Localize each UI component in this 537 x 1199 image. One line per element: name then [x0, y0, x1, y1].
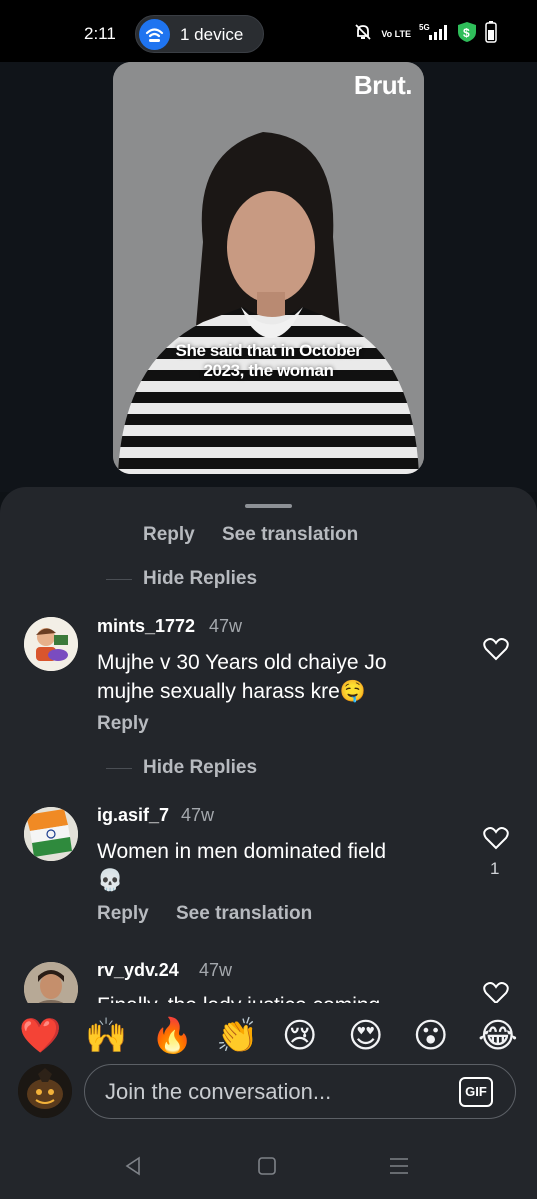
avatar[interactable] [24, 617, 78, 671]
reaction-emoji[interactable]: ❤️ [19, 1016, 61, 1056]
comment-text-line: Women in men dominated field [97, 840, 387, 863]
video-frame-image [113, 62, 424, 474]
back-icon[interactable] [122, 1155, 144, 1182]
reaction-emoji[interactable]: 🙌 [85, 1016, 127, 1056]
comment-input-placeholder: Join the conversation... [105, 1079, 332, 1104]
see-translation-link[interactable]: See translation [176, 903, 312, 925]
comment-time: 47w [181, 805, 215, 825]
sheet-drag-handle[interactable] [245, 504, 292, 508]
reply-link[interactable]: Reply [97, 903, 149, 925]
video-area: Brut. She said that in October 2023, the… [0, 62, 537, 528]
comment-text-line: 💀 [97, 869, 124, 892]
hide-replies-link[interactable]: Hide Replies [143, 757, 257, 779]
svg-text:$: $ [463, 26, 470, 40]
like-heart-icon[interactable] [483, 637, 509, 661]
reaction-and-composer-bar: ❤️ 🙌 🔥 👏 😢 😍 😮 😂 Join the conversation..… [0, 1003, 537, 1133]
like-heart-icon[interactable] [483, 981, 509, 1005]
reaction-emoji[interactable]: 👏 [216, 1016, 258, 1056]
comment-text: Mujhe v 30 Years old chaiye Jo mujhe sex… [97, 648, 387, 706]
like-heart-icon[interactable] [483, 826, 509, 850]
volte-icon: Vo LTE [381, 28, 411, 39]
comment-input[interactable]: Join the conversation... GIF [84, 1064, 516, 1119]
mute-icon [353, 22, 373, 47]
reaction-emoji[interactable]: 😂 [478, 1016, 518, 1056]
status-icons: Vo LTE 5G $ [353, 20, 497, 48]
thread-line [106, 579, 132, 580]
reaction-emoji[interactable]: 😍 [348, 1016, 383, 1056]
reaction-emoji[interactable]: 😮 [413, 1016, 448, 1056]
status-bar: 2:11 1 device Vo LTE 5G $ [0, 0, 537, 62]
avatar-flag-image [24, 807, 78, 861]
video-caption: She said that in October 2023, the woman [113, 341, 424, 381]
comment-username[interactable]: rv_ydv.24 [97, 960, 179, 981]
gif-button[interactable]: GIF [459, 1077, 493, 1107]
home-icon[interactable] [257, 1156, 277, 1181]
shield-dollar-icon: $ [457, 21, 477, 48]
avatar[interactable] [24, 807, 78, 861]
recents-menu-icon[interactable] [388, 1155, 410, 1182]
comment-text-line: Mujhe v 30 Years old chaiye Jo [97, 651, 387, 674]
comment-time: 47w [199, 960, 233, 980]
hide-replies-link[interactable]: Hide Replies [143, 568, 257, 590]
comment-username[interactable]: mints_1772 [97, 616, 195, 637]
svg-text:5G: 5G [419, 23, 430, 32]
avatar-pumpkin-image [18, 1064, 72, 1118]
reply-link[interactable]: Reply [143, 524, 195, 546]
avatar-cartoon-image [24, 617, 78, 671]
comment-username[interactable]: ig.asif_7 [97, 805, 169, 826]
caption-line: 2023, the woman [203, 361, 334, 380]
device-connection-pill[interactable]: 1 device [135, 15, 264, 53]
video-player[interactable]: Brut. She said that in October 2023, the… [113, 62, 424, 474]
see-translation-link[interactable]: See translation [222, 524, 358, 546]
brand-logo: Brut. [353, 70, 413, 100]
device-count-label: 1 device [180, 25, 244, 44]
comment-text: Finally, the lady justice coming [97, 991, 380, 1003]
my-avatar[interactable] [18, 1064, 72, 1118]
wifi-icon [139, 19, 170, 50]
comment-text-line: mujhe sexually harass kre🤤 [97, 680, 366, 703]
like-count: 1 [490, 859, 500, 878]
status-time: 2:11 [84, 24, 116, 43]
comment-text-line: Finally, the lady justice coming [97, 991, 380, 1003]
battery-icon [485, 20, 497, 48]
reaction-emoji[interactable]: 🔥 [151, 1016, 193, 1056]
system-nav-bar [0, 1133, 537, 1199]
comment-text: Women in men dominated field 💀 [97, 837, 386, 895]
thread-line [106, 768, 132, 769]
reaction-emoji[interactable]: 😢 [282, 1016, 317, 1056]
comment-time: 47w [209, 616, 243, 636]
caption-line: She said that in October [175, 341, 362, 360]
reply-link[interactable]: Reply [97, 713, 149, 735]
signal-5g-icon: 5G [419, 22, 449, 47]
